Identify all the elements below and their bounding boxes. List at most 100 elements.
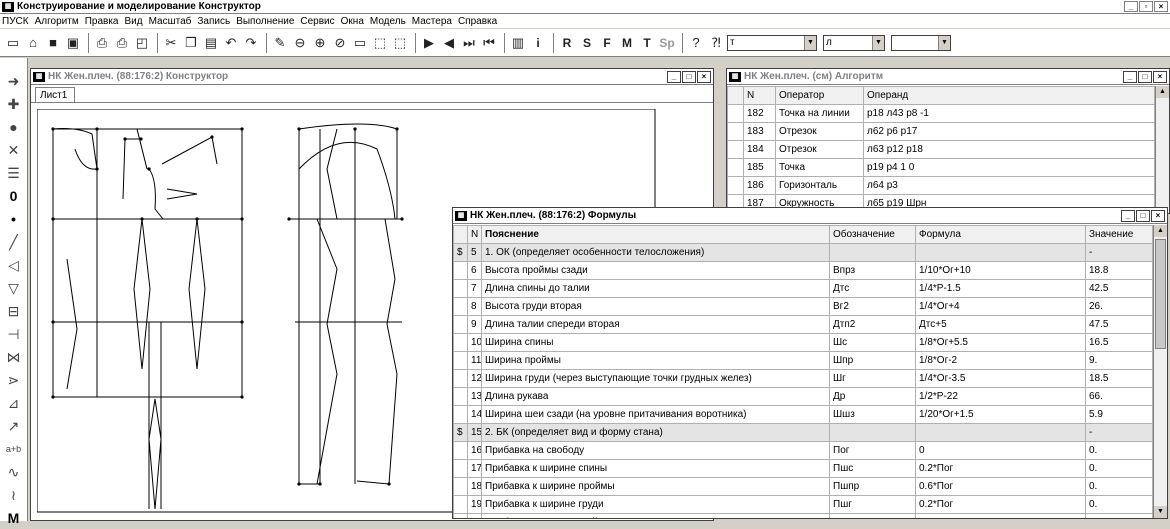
menu-view[interactable]: Вид xyxy=(124,16,142,27)
horizontal-icon[interactable]: ⊣ xyxy=(3,323,25,345)
row-marker[interactable] xyxy=(453,297,468,316)
row-value[interactable]: 0. xyxy=(1085,495,1153,514)
trapezoid-icon[interactable]: ▽ xyxy=(3,277,25,299)
minimize-button[interactable]: _ xyxy=(1124,1,1138,12)
row-formula[interactable]: 0.6*Пог xyxy=(915,513,1086,518)
book-icon[interactable]: ▥ xyxy=(509,34,527,52)
step-back-icon[interactable]: ◀ xyxy=(440,34,458,52)
chevron-down-icon[interactable]: ▼ xyxy=(804,35,816,50)
row-marker[interactable] xyxy=(727,158,744,177)
row-number[interactable]: 8 xyxy=(467,297,482,316)
row-designation[interactable]: Шпр xyxy=(829,351,916,370)
zoom-previous-icon[interactable]: ⬚ xyxy=(391,34,409,52)
table-row[interactable]: 8 Высота груди вторая Вг2 1/4*Ог+4 26. xyxy=(453,297,1153,316)
header-value[interactable]: Значение xyxy=(1085,225,1153,244)
header-n[interactable]: N xyxy=(743,86,776,105)
menu-scale[interactable]: Масштаб xyxy=(149,16,192,27)
angle-icon[interactable]: ◁ xyxy=(3,254,25,276)
table-row[interactable]: 18 Прибавка к ширине проймы Пшпр 0.6*Пог 0. xyxy=(453,477,1153,496)
row-marker[interactable] xyxy=(453,459,468,478)
row-operator[interactable]: Горизонталь xyxy=(775,176,864,195)
row-designation[interactable]: Пшс xyxy=(829,459,916,478)
row-number[interactable]: 184 xyxy=(743,140,776,159)
table-row[interactable]: 182 Точка на линии р18 л43 р8 -1 xyxy=(727,104,1155,123)
row-operand[interactable]: л64 р3 xyxy=(863,176,1155,195)
row-formula[interactable]: 1/8*Ог-2 xyxy=(915,351,1086,370)
close-button[interactable]: × xyxy=(1153,71,1167,83)
minimize-button[interactable]: _ xyxy=(1121,210,1135,222)
row-operand[interactable]: р18 л43 р8 -1 xyxy=(863,104,1155,123)
row-number[interactable]: 19 xyxy=(467,495,482,514)
m-icon[interactable]: M xyxy=(3,507,25,529)
row-number[interactable]: 7 xyxy=(467,279,482,298)
row-formula[interactable]: 1/20*Ог+1.5 xyxy=(915,405,1086,424)
zoom-in-icon[interactable]: ⊕ xyxy=(311,34,329,52)
row-explanation[interactable]: Длина рукава xyxy=(481,387,830,406)
formulas-scrollbar[interactable]: ▲ ▼ xyxy=(1153,225,1167,518)
row-number[interactable]: 14 xyxy=(467,405,482,424)
row-value[interactable]: 5.9 xyxy=(1085,405,1153,424)
dart-icon[interactable]: ⋗ xyxy=(3,369,25,391)
row-number[interactable]: 5 xyxy=(467,243,482,262)
table-row[interactable]: 20Прибавка к высоте проймыПвпрз0.6*Пог0. xyxy=(453,513,1153,518)
row-designation[interactable]: Пог xyxy=(829,441,916,460)
chevron-down-icon[interactable]: ▼ xyxy=(938,35,950,50)
row-number[interactable]: 9 xyxy=(467,315,482,334)
row-explanation[interactable]: Прибавка на свободу xyxy=(481,441,830,460)
tab-sheet1[interactable]: Лист1 xyxy=(35,87,75,103)
close-button[interactable]: × xyxy=(697,71,711,83)
minimize-button[interactable]: _ xyxy=(1123,71,1137,83)
table-row[interactable]: 184 Отрезок л63 р12 р18 xyxy=(727,140,1155,159)
maximize-button[interactable]: □ xyxy=(682,71,696,83)
close-button[interactable]: × xyxy=(1154,1,1168,12)
redo-icon[interactable]: ↷ xyxy=(242,34,260,52)
row-formula[interactable]: 1/8*Ог+5.5 xyxy=(915,333,1086,352)
row-explanation[interactable]: Ширина спины xyxy=(481,333,830,352)
menu-start[interactable]: ПУСК xyxy=(2,16,29,27)
maximize-button[interactable]: □ xyxy=(1138,71,1152,83)
row-marker[interactable] xyxy=(453,495,468,514)
row-number[interactable]: 11 xyxy=(467,351,482,370)
row-formula[interactable]: 1/4*Ог-3.5 xyxy=(915,369,1086,388)
rectangle-icon[interactable]: ⊟ xyxy=(3,300,25,322)
f-button[interactable]: F xyxy=(598,34,616,52)
zero-icon[interactable]: 0 xyxy=(3,185,25,207)
row-explanation[interactable]: Ширина шеи сзади (на уровне притачивания… xyxy=(481,405,830,424)
skip-forward-icon[interactable]: ⏭ xyxy=(460,34,478,52)
third-select[interactable]: ▼ xyxy=(891,34,951,51)
row-formula[interactable]: 1/2*Р-22 xyxy=(915,387,1086,406)
row-marker[interactable] xyxy=(453,477,468,496)
table-row[interactable]: 7 Длина спины до талии Дтс 1/4*Р-1.5 42.5 xyxy=(453,279,1153,298)
row-explanation[interactable]: Прибавка к ширине проймы xyxy=(481,477,830,496)
row-value[interactable]: 26. xyxy=(1085,297,1153,316)
row-number[interactable]: 18 xyxy=(467,477,482,496)
preview-icon[interactable]: ◰ xyxy=(133,34,151,52)
row-operand[interactable]: л62 р6 р17 xyxy=(863,122,1155,141)
row-marker[interactable] xyxy=(727,140,744,159)
close-button[interactable]: × xyxy=(1151,210,1165,222)
list-icon[interactable]: ☰ xyxy=(3,162,25,184)
cut-icon[interactable]: ✂ xyxy=(162,34,180,52)
header-formula[interactable]: Формула xyxy=(915,225,1086,244)
row-explanation[interactable]: Ширина проймы xyxy=(481,351,830,370)
row-explanation[interactable]: Прибавка к высоте проймы xyxy=(481,513,830,518)
row-value[interactable]: 42.5 xyxy=(1085,279,1153,298)
algorithm-scrollbar[interactable]: ▲ xyxy=(1155,86,1169,213)
table-row[interactable]: 19 Прибавка к ширине груди Пшг 0.2*Пог 0. xyxy=(453,495,1153,514)
row-number[interactable]: 6 xyxy=(467,261,482,280)
row-operator[interactable]: Отрезок xyxy=(775,140,864,159)
row-number[interactable]: 12 xyxy=(467,369,482,388)
maximize-button[interactable]: ▫ xyxy=(1139,1,1153,12)
menu-model[interactable]: Модель xyxy=(370,16,406,27)
row-value[interactable]: 0. xyxy=(1085,477,1153,496)
print-setup-icon[interactable]: ⎙ xyxy=(93,34,111,52)
table-row[interactable]: 16 Прибавка на свободу Пог 0 0. xyxy=(453,441,1153,460)
row-explanation[interactable]: Высота груди вторая xyxy=(481,297,830,316)
undo-icon[interactable]: ↶ xyxy=(222,34,240,52)
row-marker[interactable] xyxy=(453,261,468,280)
row-designation[interactable]: Др xyxy=(829,387,916,406)
r-button[interactable]: R xyxy=(558,34,576,52)
row-formula[interactable]: 0.2*Пог xyxy=(915,495,1086,514)
row-designation[interactable] xyxy=(829,423,916,442)
row-value[interactable]: 0. xyxy=(1085,513,1153,518)
